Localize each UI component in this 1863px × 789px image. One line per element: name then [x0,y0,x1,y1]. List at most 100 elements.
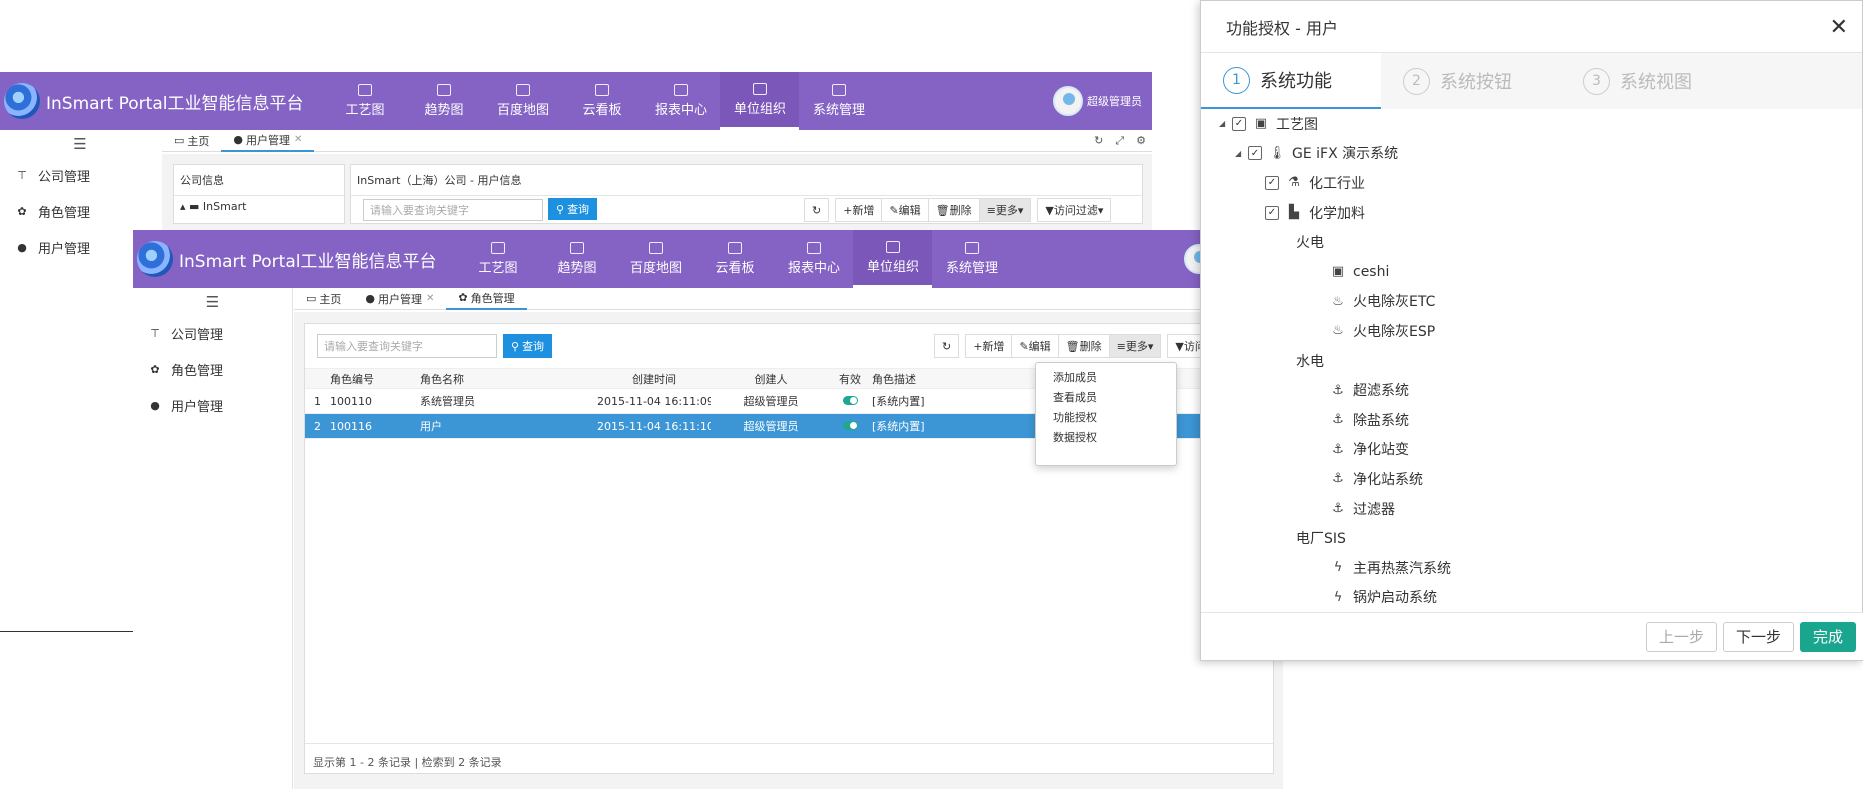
checkbox[interactable]: ✓ [1248,146,1262,161]
nav-item[interactable]: 云看板 [695,230,774,288]
tree-node[interactable]: ✓ ▙ 化学加料 [1201,198,1863,228]
refresh-icon[interactable]: ↻ [1094,134,1103,148]
nav-item[interactable]: 单位组织 [720,72,800,130]
menu-toggle-icon[interactable]: ☰ [0,130,160,157]
nav-item[interactable]: 趋势图 [404,72,483,130]
company-panel-title: 公司信息 [174,165,344,196]
nav-item[interactable]: 报表中心 [774,230,853,288]
sidebar-item-role[interactable]: ✿ 角色管理 [133,351,292,387]
finish-button[interactable]: 完成 [1799,621,1856,652]
edit-button[interactable]: ✎ 编辑 [881,198,929,222]
search-input[interactable]: 请输入要查询关键字 [317,334,497,358]
tree-node[interactable]: ♨ 火电除灰ESP [1201,316,1863,346]
more-button[interactable]: ≡ 更多 ▾ [1108,334,1162,358]
tab-user-manage[interactable]: ● 用户管理 ✕ [353,288,446,310]
tree-node[interactable]: ◢ ✓ 🌡 GE iFX 演示系统 [1201,139,1863,169]
back-search-button[interactable]: ⚲ 查询 [548,198,598,220]
tree-node-insmart[interactable]: ▴ ▬ InSmart [174,196,344,217]
bolt-icon: ϟ [1333,589,1343,605]
paw-icon: ✿ [458,291,468,304]
front-header: InSmart Portal工业智能信息平台 工艺图 趋势图 百度地图 云看板 … [133,230,1283,288]
paw-icon: ✿ [150,362,160,376]
nav-item[interactable]: 百度地图 [483,72,562,130]
tab-home[interactable]: ▭ 主页 [294,288,353,310]
nav-item[interactable]: 工艺图 [325,72,404,130]
back-search-input[interactable]: 请输入要查询关键字 [363,199,543,221]
tree-node[interactable]: ⚓ 除盐系统 [1201,405,1863,435]
tab-user-manage[interactable]: ● 用户管理 ✕ [221,130,315,152]
refresh-button[interactable]: ↻ [934,334,960,358]
nav-item[interactable]: 报表中心 [641,72,720,130]
delete-button[interactable]: 🗑 删除 [1057,334,1110,358]
tab-home[interactable]: ▭ 主页 [162,130,221,152]
tree-node-label: 锅炉启动系统 [1353,590,1437,607]
expand-arrow-icon[interactable]: ◢ [1235,149,1244,158]
step-system-button[interactable]: 2 系统按钮 [1381,53,1561,109]
close-icon[interactable]: ✕ [1830,15,1848,40]
next-button[interactable]: 下一步 [1722,621,1794,652]
step-system-view[interactable]: 3 系统视图 [1561,53,1741,109]
sidebar-item-company[interactable]: ⊤ 公司管理 [0,157,160,193]
tree-node[interactable]: ♨ 火电除灰ETC [1201,287,1863,317]
step-system-function[interactable]: 1 系统功能 [1201,53,1381,109]
tree-node[interactable]: ϟ 主再热蒸汽系统 [1201,553,1863,583]
checkbox[interactable]: ✓ [1232,116,1246,131]
grid-header-cell[interactable]: 创建人 [711,371,828,387]
tree-node[interactable]: ⚓ 超滤系统 [1201,375,1863,405]
checkbox[interactable]: ✓ [1265,175,1279,190]
sidebar-item-role[interactable]: ✿ 角色管理 [0,193,160,229]
anchor-icon: ⚓ [1332,412,1344,428]
menu-toggle-icon[interactable]: ☰ [133,288,292,315]
tree-node[interactable]: ◢ ✓ ▣ 工艺图 [1201,109,1863,139]
filter-button[interactable]: ▼ 访问过滤▾ [1037,198,1112,222]
sidebar-item-company[interactable]: ⊤ 公司管理 [133,315,292,351]
nav-item[interactable]: 系统管理 [932,230,1011,288]
tree-node[interactable]: ⚓ 过滤器 [1201,494,1863,524]
sidebar-item-user[interactable]: ● 用户管理 [133,387,292,423]
back-divider [0,631,135,632]
delete-button[interactable]: 🗑 删除 [927,198,980,222]
menu-item-data-auth[interactable]: 数据授权 [1036,428,1176,448]
nav-item[interactable]: 单位组织 [853,230,933,288]
tree-node[interactable]: ⚓ 净化站系统 [1201,464,1863,494]
tree-node[interactable]: 火电 [1201,227,1863,257]
nav-item[interactable]: 百度地图 [616,230,695,288]
refresh-button[interactable]: ↻ [804,198,830,222]
expand-icon[interactable]: ⤢ [1115,134,1124,148]
menu-item-func-auth[interactable]: 功能授权 [1036,408,1176,428]
grid-header-cell[interactable]: 创建时间 [594,371,711,387]
tab-role-manage[interactable]: ✿ 角色管理 [446,288,527,310]
tree-node[interactable]: ⚓ 净化站变 [1201,435,1863,465]
valid-toggle[interactable] [828,395,869,408]
tree-node[interactable]: ▣ ceshi [1201,257,1863,287]
menu-item-add-member[interactable]: 添加成员 [1036,368,1176,388]
search-button[interactable]: ⚲ 查询 [503,334,553,358]
add-button[interactable]: + 新增 [835,198,883,222]
prev-button[interactable]: 上一步 [1645,621,1717,652]
tree-node[interactable]: 电厂SIS [1201,523,1863,553]
valid-toggle[interactable] [828,420,869,433]
edit-button[interactable]: ✎ 编辑 [1011,334,1059,358]
grid-header-cell[interactable]: 角色名称 [417,371,594,387]
create-time: 2015-11-04 16:11:10 [597,419,711,433]
nav-item[interactable]: 系统管理 [799,72,878,130]
close-icon[interactable]: ✕ [426,293,434,304]
grid-header-cell[interactable]: 有效 [828,371,869,387]
nav-item[interactable]: 工艺图 [458,230,537,288]
close-icon[interactable]: ✕ [294,134,302,145]
add-button[interactable]: + 新增 [965,334,1013,358]
nav-item[interactable]: 云看板 [562,72,641,130]
checkbox[interactable]: ✓ [1265,205,1279,220]
tree-node[interactable]: ✓ ⚗ 化工行业 [1201,168,1863,198]
gear-icon[interactable]: ⚙ [1136,134,1146,148]
auth-dialog: 功能授权 - 用户 ✕ 1 系统功能 2 系统按钮 3 系统视图 ◢ ✓ ▣ 工艺图 ◢ ✓ 🌡 G… [1200,0,1863,661]
user-menu[interactable]: 超级管理员 [1053,86,1142,116]
desktop-icon [964,242,979,254]
more-button[interactable]: ≡ 更多 ▾ [978,198,1032,222]
grid-header-cell[interactable]: 角色编号 [327,371,417,387]
tree-node[interactable]: 水电 [1201,346,1863,376]
tree-node[interactable]: ϟ 锅炉启动系统 [1201,583,1863,613]
nav-item[interactable]: 趋势图 [537,230,616,288]
menu-item-view-member[interactable]: 查看成员 [1036,388,1176,408]
expand-arrow-icon[interactable]: ◢ [1219,119,1228,128]
